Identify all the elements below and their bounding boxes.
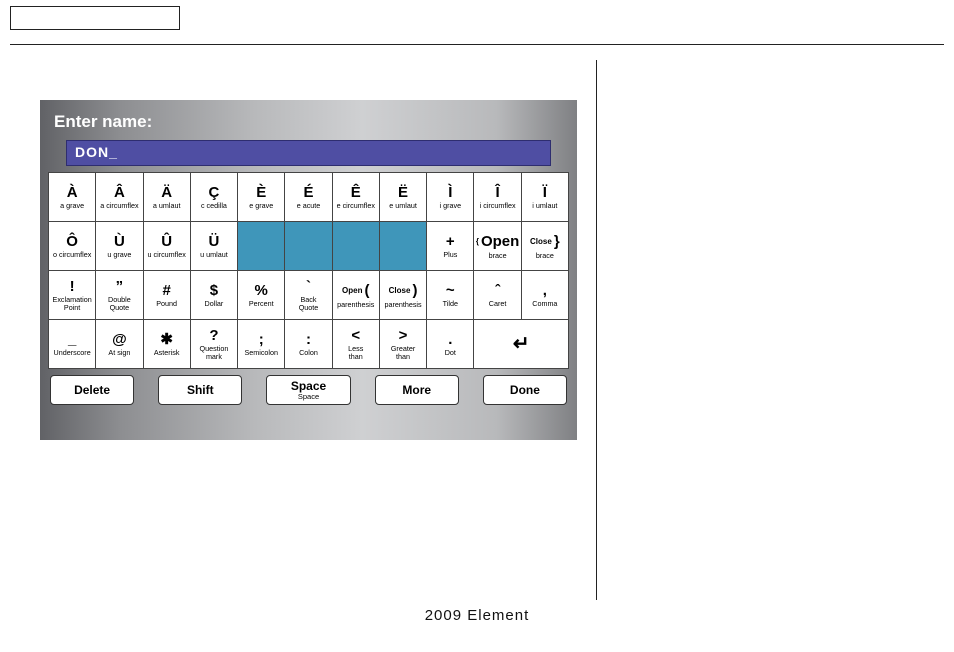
key-0-10[interactable]: Ïi umlaut <box>522 173 568 221</box>
key-1-0[interactable]: Ôo circumflex <box>49 222 95 270</box>
key-2-4[interactable]: %Percent <box>238 271 284 319</box>
key-0-8[interactable]: Ìi grave <box>427 173 473 221</box>
key-3-3[interactable]: ?Question mark <box>191 320 237 368</box>
keyboard-panel: Enter name: DON_ Àa graveÂa circumflexÄa… <box>40 100 577 440</box>
key-2-6[interactable]: Open(parenthesis <box>333 271 379 319</box>
key-0-7[interactable]: Ëe umlaut <box>380 173 426 221</box>
key-1-6[interactable] <box>333 222 379 270</box>
delete-button[interactable]: Delete <box>50 375 134 405</box>
key-0-2[interactable]: Äa umlaut <box>144 173 190 221</box>
enter-key[interactable]: ↵ <box>474 320 568 368</box>
done-label: Done <box>510 383 540 397</box>
shift-button[interactable]: Shift <box>158 375 242 405</box>
space-button[interactable]: Space Space <box>266 375 350 405</box>
key-0-3[interactable]: Çc cedilla <box>191 173 237 221</box>
key-0-0[interactable]: Àa grave <box>49 173 95 221</box>
key-2-10[interactable]: ,Comma <box>522 271 568 319</box>
prompt-label: Enter name: <box>48 108 569 140</box>
key-3-1[interactable]: @At sign <box>96 320 142 368</box>
key-1-5[interactable] <box>285 222 331 270</box>
key-2-2[interactable]: #Pound <box>144 271 190 319</box>
key-1-1[interactable]: Ùu grave <box>96 222 142 270</box>
key-1-8[interactable]: +Plus <box>427 222 473 270</box>
keyboard-grid: Àa graveÂa circumflexÄa umlautÇc cedilla… <box>48 172 569 369</box>
key-2-8[interactable]: ~Tilde <box>427 271 473 319</box>
key-1-9[interactable]: {Openbrace <box>474 222 520 270</box>
key-0-5[interactable]: Ée acute <box>285 173 331 221</box>
key-2-3[interactable]: $Dollar <box>191 271 237 319</box>
bottom-button-row: Delete Shift Space Space More Done <box>48 375 569 405</box>
key-1-4[interactable] <box>238 222 284 270</box>
key-3-4[interactable]: ;Semicolon <box>238 320 284 368</box>
space-sublabel: Space <box>298 392 319 401</box>
key-3-6[interactable]: <Less than <box>333 320 379 368</box>
key-0-6[interactable]: Êe circumflex <box>333 173 379 221</box>
key-3-0[interactable]: _Underscore <box>49 320 95 368</box>
delete-label: Delete <box>74 383 110 397</box>
divider-vertical <box>596 60 597 600</box>
key-3-5[interactable]: :Colon <box>285 320 331 368</box>
key-0-4[interactable]: Èe grave <box>238 173 284 221</box>
divider-horizontal <box>10 44 944 45</box>
key-1-2[interactable]: Ûu circumflex <box>144 222 190 270</box>
done-button[interactable]: Done <box>483 375 567 405</box>
footer-text: 2009 Element <box>0 607 954 624</box>
space-label: Space <box>291 379 326 393</box>
key-1-10[interactable]: Close}brace <box>522 222 568 270</box>
shift-label: Shift <box>187 383 214 397</box>
key-2-1[interactable]: ”Double Quote <box>96 271 142 319</box>
key-3-7[interactable]: >Greater than <box>380 320 426 368</box>
header-box <box>10 6 180 30</box>
key-2-0[interactable]: !Exclamation Point <box>49 271 95 319</box>
name-input[interactable]: DON_ <box>66 140 551 166</box>
key-2-5[interactable]: `Back Quote <box>285 271 331 319</box>
key-0-1[interactable]: Âa circumflex <box>96 173 142 221</box>
key-1-3[interactable]: Üu umlaut <box>191 222 237 270</box>
key-1-7[interactable] <box>380 222 426 270</box>
key-3-8[interactable]: .Dot <box>427 320 473 368</box>
key-0-9[interactable]: Îi circumflex <box>474 173 520 221</box>
more-label: More <box>402 383 431 397</box>
key-2-9[interactable]: ˆCaret <box>474 271 520 319</box>
more-button[interactable]: More <box>375 375 459 405</box>
key-3-2[interactable]: ✱Asterisk <box>144 320 190 368</box>
key-2-7[interactable]: Close)parenthesis <box>380 271 426 319</box>
